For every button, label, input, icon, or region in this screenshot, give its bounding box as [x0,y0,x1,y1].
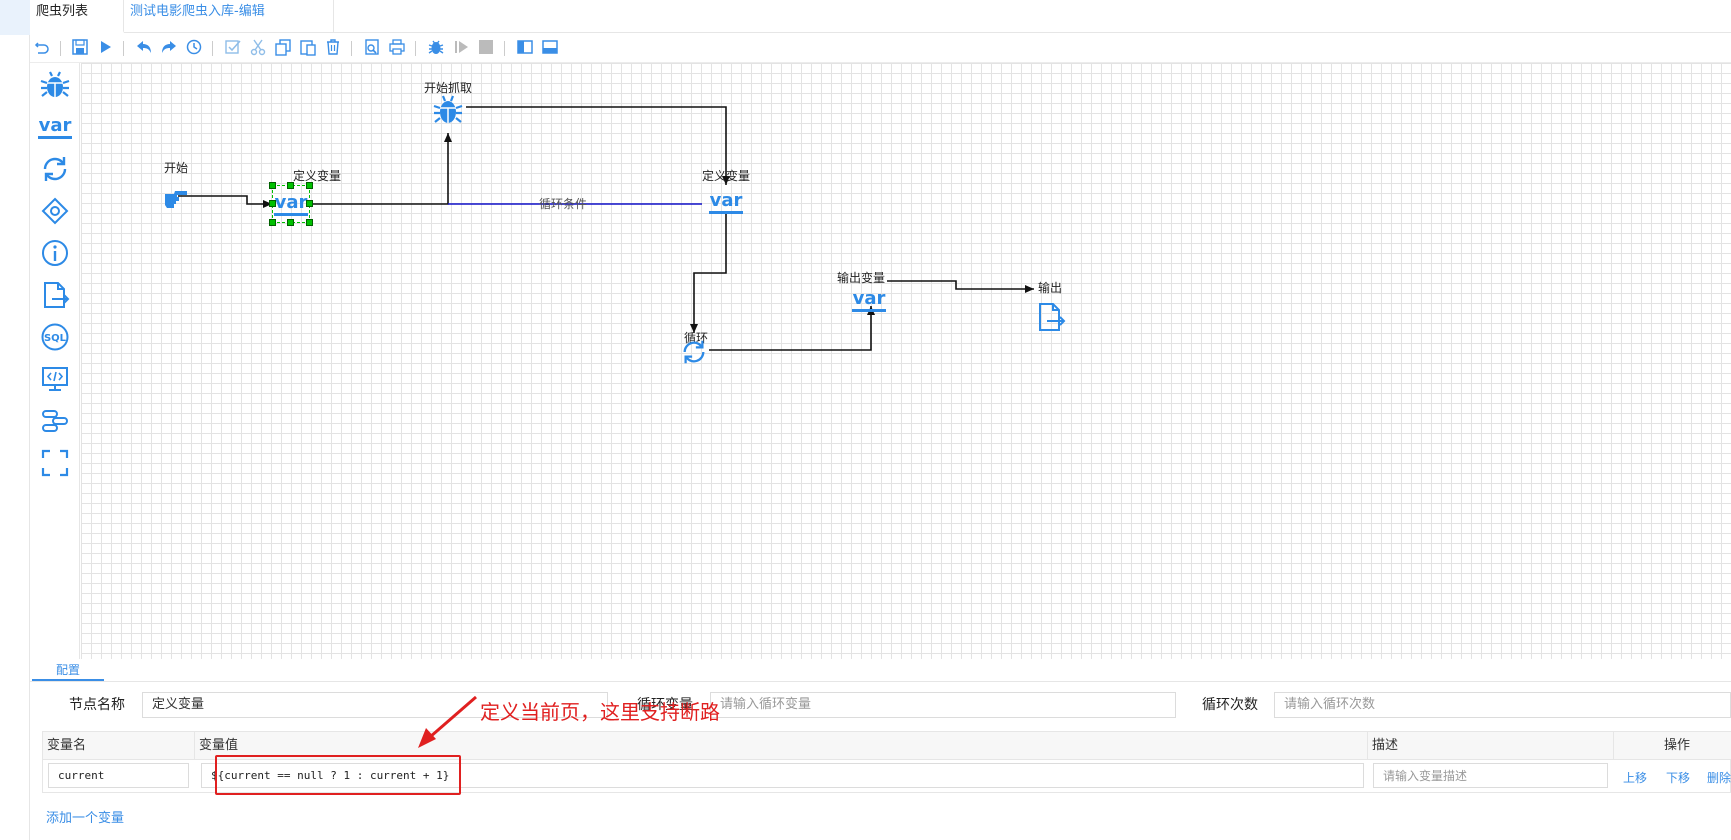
spider-icon[interactable] [37,67,73,103]
annotation-highlight-box [215,755,461,795]
print-icon[interactable] [387,37,407,57]
node-start-label: 开始 [163,161,189,175]
edge-loop-outvar [709,306,875,351]
config-panel: 配置 节点名称 定义变量 循环变量 请输入循环变量 循环次数 请输入循环次数 变… [30,659,1731,840]
delete-icon[interactable] [323,37,343,57]
tab-spider-edit[interactable]: 测试电影爬虫入库-编辑 [124,0,334,33]
paste-icon[interactable] [298,37,318,57]
node-crawl[interactable] [431,91,465,129]
loop-count-label: 循环次数 [1202,697,1258,713]
cut-icon[interactable] [248,37,268,57]
var-icon[interactable]: var [37,109,73,145]
history-icon[interactable] [184,37,204,57]
edge-define2-loop [690,213,727,333]
panel-left-icon[interactable] [515,37,535,57]
node-define1-selected[interactable]: var [272,185,310,223]
redo-arrow-icon[interactable] [159,37,179,57]
edge-crawl-define2 [466,106,730,185]
var-icon: var [851,288,887,312]
node-name-label: 节点名称 [69,697,125,713]
node-define1-label: 定义变量 [292,169,342,183]
annotation-text: 定义当前页，这里支持断路 [480,700,720,724]
panel-bottom-icon[interactable] [540,37,560,57]
output-file-icon[interactable] [37,277,73,313]
tab-spider-list[interactable]: 爬虫列表 [30,0,124,33]
node-output-label: 输出 [1037,281,1063,295]
pointing-hand-icon [165,191,187,208]
run-icon[interactable] [95,37,115,57]
left-strip-selected [0,0,30,35]
node-define2[interactable]: var [707,187,745,217]
edge-label-loop-condition: 循环条件 [538,197,588,211]
var-icon: var [273,192,309,216]
node-outvar-label: 输出变量 [836,271,886,285]
tab-config[interactable]: 配置 [32,659,104,681]
debug-icon[interactable] [426,37,446,57]
function-icon[interactable] [37,403,73,439]
tab-bar: 爬虫列表 测试电影爬虫入库-编辑 [30,0,1731,33]
spider-icon [433,95,463,123]
col-ops: 操作 [1614,732,1731,760]
loop-icon [683,340,705,364]
condition-icon[interactable] [37,193,73,229]
flow-edges [178,106,1034,351]
frame-icon[interactable] [37,445,73,481]
edge-outvar-output [887,280,1034,293]
copy-icon[interactable] [273,37,293,57]
var-desc-input[interactable]: 请输入变量描述 [1373,763,1608,788]
node-loop[interactable] [679,337,709,367]
svg-text:SQL: SQL [44,333,67,344]
node-palette: var SQL [30,63,80,659]
edge-start-define1 [178,195,272,208]
col-var-name: 变量名 [43,732,195,760]
stop-icon[interactable] [476,37,496,57]
move-up-link[interactable]: 上移 [1623,769,1647,786]
output-file-icon [1039,303,1066,331]
left-strip [0,0,30,840]
print-preview-icon[interactable] [362,37,382,57]
sql-icon[interactable]: SQL [37,319,73,355]
save-icon[interactable] [70,37,90,57]
flow-canvas[interactable]: 循环条件 开始 定义变量 var 开始抓取 定义变量 var 循环 输出变量 v… [81,63,1731,659]
undo-arrow-icon[interactable] [134,37,154,57]
step-icon[interactable] [451,37,471,57]
node-define2-label: 定义变量 [701,169,751,183]
loop-icon[interactable] [37,151,73,187]
code-icon[interactable] [37,361,73,397]
info-icon[interactable] [37,235,73,271]
add-variable-link[interactable]: 添加一个变量 [46,807,124,826]
col-desc: 描述 [1368,732,1614,760]
toolbar [30,33,1731,63]
loop-var-input[interactable]: 请输入循环变量 [710,692,1176,718]
var-name-input[interactable]: current [48,763,189,788]
var-icon: var [708,190,744,214]
node-output[interactable] [1035,300,1067,334]
delete-link[interactable]: 删除 [1707,769,1731,786]
node-outvar[interactable]: var [850,285,888,315]
node-start[interactable] [159,181,191,213]
select-all-icon[interactable] [223,37,243,57]
undo-icon[interactable] [32,37,52,57]
move-down-link[interactable]: 下移 [1666,769,1690,786]
loop-count-input[interactable]: 请输入循环次数 [1274,692,1731,718]
